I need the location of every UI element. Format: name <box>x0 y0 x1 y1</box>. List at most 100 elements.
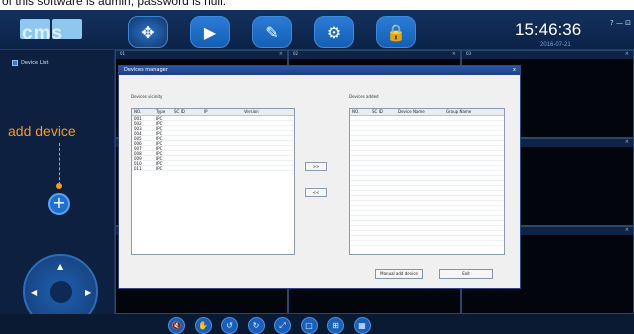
mute-button[interactable]: 🔇 <box>168 317 185 334</box>
device-list-checkbox[interactable] <box>12 60 18 66</box>
column-header[interactable]: SC ID <box>172 109 202 115</box>
table-cell <box>242 141 282 145</box>
table-cell: 004 <box>134 131 142 136</box>
logo-text: cms <box>22 23 64 44</box>
video-cell-close-icon[interactable]: × <box>452 51 456 57</box>
layout-1-button[interactable]: □ <box>300 317 318 334</box>
record-button[interactable]: ↻ <box>247 317 265 334</box>
video-cell-label: 03 <box>466 51 472 56</box>
ptz-left-arrow-icon[interactable]: ◀ <box>31 288 37 297</box>
devices-vicinity-table[interactable]: NO. Type SC ID IP Version 001 IPC 002 IPC 003 IPC… <box>131 108 295 255</box>
device-list-item[interactable]: Device List <box>12 60 48 66</box>
table-cell: 007 <box>134 146 142 151</box>
edit-icon: ✎ <box>265 22 279 42</box>
fullscreen-icon: ⤢ <box>279 321 286 330</box>
exit-button[interactable]: Exit <box>439 269 493 279</box>
table-cell <box>172 151 202 155</box>
caption-text: of this software is admin, password is n… <box>0 0 634 10</box>
quad-view-icon: ⊞ <box>332 321 339 330</box>
table-cell <box>202 121 242 125</box>
table-cell <box>172 141 202 145</box>
gear-icon: ⚙ <box>326 22 342 42</box>
layout-9-button[interactable]: ▦ <box>353 317 371 334</box>
table-cell <box>202 116 242 120</box>
device-manager-button[interactable]: ✥ <box>128 16 168 48</box>
add-device-button[interactable]: + <box>48 193 70 215</box>
video-cell-close-icon[interactable]: × <box>625 139 629 145</box>
table-cell <box>242 126 282 130</box>
video-cell-header: 01 × <box>116 51 287 59</box>
table-cell: IPC <box>156 161 163 166</box>
play-icon: ▶ <box>203 22 217 42</box>
column-header[interactable]: Device Name <box>396 109 444 115</box>
table-cell: IPC <box>156 131 163 136</box>
table-cell: IPC <box>156 156 163 161</box>
table-cell: 010 <box>134 161 142 166</box>
dialog-title: Devices manager <box>124 67 168 73</box>
table-cell <box>242 136 282 140</box>
hand-button[interactable]: ✋ <box>194 317 212 334</box>
video-cell-close-icon[interactable]: × <box>625 227 629 233</box>
table-cell: 002 <box>134 121 142 126</box>
fullscreen-button[interactable]: ⤢ <box>274 317 291 334</box>
table-cell <box>242 121 282 125</box>
layout-4-button[interactable]: ⊞ <box>327 317 344 334</box>
table-cell <box>242 131 282 135</box>
table-cell <box>172 146 202 150</box>
lock-icon: 🔒 <box>386 22 406 42</box>
cluster-icon: ✥ <box>141 22 155 42</box>
table-cell: IPC <box>156 166 163 171</box>
column-header[interactable]: Version <box>242 109 282 115</box>
table-row[interactable] <box>350 241 504 246</box>
ptz-center <box>50 281 72 303</box>
ptz-right-arrow-icon[interactable]: ▶ <box>85 288 91 297</box>
table-cell: 005 <box>134 136 142 141</box>
table-cell <box>172 156 202 160</box>
table-cell <box>202 126 242 130</box>
devices-added-table[interactable]: NO. SC ID Device Name Group Name <box>349 108 505 255</box>
devices-added-label: Devices added <box>349 94 379 99</box>
video-cell-close-icon[interactable]: × <box>625 51 629 57</box>
clock-date: 2016-07-21 <box>540 42 571 48</box>
table-cell: IPC <box>156 121 163 126</box>
remove-selected-button[interactable]: << <box>305 188 327 197</box>
window-controls[interactable]: ? — ⊡ <box>610 19 631 27</box>
config-button[interactable]: ✎ <box>252 16 292 48</box>
manual-add-device-button[interactable]: Manual add device <box>375 269 423 279</box>
video-cell-close-icon[interactable]: × <box>279 51 283 57</box>
annotation-line <box>59 143 60 185</box>
devices-manager-dialog: Devices manager x Devices vicinity Devic… <box>118 65 521 289</box>
settings-button[interactable]: ⚙ <box>314 16 354 48</box>
table-cell: IPC <box>156 146 163 151</box>
column-header[interactable]: Type <box>154 109 172 115</box>
device-list-label: Device List <box>21 60 49 66</box>
table-cell <box>172 121 202 125</box>
snapshot-button[interactable]: ↺ <box>221 317 238 334</box>
playback-button[interactable]: ▶ <box>190 16 230 48</box>
nine-view-icon: ▦ <box>358 321 366 330</box>
table-cell <box>172 116 202 120</box>
dialog-close-icon[interactable]: x <box>513 67 516 73</box>
add-selected-button[interactable]: >> <box>305 162 327 171</box>
table-cell <box>202 131 242 135</box>
table-cell <box>202 141 242 145</box>
devices-vicinity-label: Devices vicinity <box>131 94 163 99</box>
table-cell: IPC <box>156 136 163 141</box>
video-cell-label: 02 <box>293 51 299 56</box>
hand-icon: ✋ <box>198 321 208 330</box>
column-header[interactable]: NO. <box>132 109 154 115</box>
column-header[interactable]: Group Name <box>444 109 494 115</box>
table-cell <box>172 126 202 130</box>
table-cell <box>202 166 242 170</box>
column-header[interactable]: IP <box>202 109 242 115</box>
table-cell: IPC <box>156 151 163 156</box>
column-header[interactable]: NO. <box>350 109 370 115</box>
column-header[interactable]: SC ID <box>370 109 396 115</box>
table-row[interactable]: 011 IPC <box>132 166 294 171</box>
annotation-dot <box>56 183 62 189</box>
lock-button[interactable]: 🔒 <box>376 16 416 48</box>
ptz-up-arrow-icon[interactable]: ▲ <box>57 262 63 271</box>
device-sidebar: Device List add device + ▲ ▼ ◀ ▶ <box>0 50 115 329</box>
table-cell <box>172 161 202 165</box>
table-cell <box>202 161 242 165</box>
